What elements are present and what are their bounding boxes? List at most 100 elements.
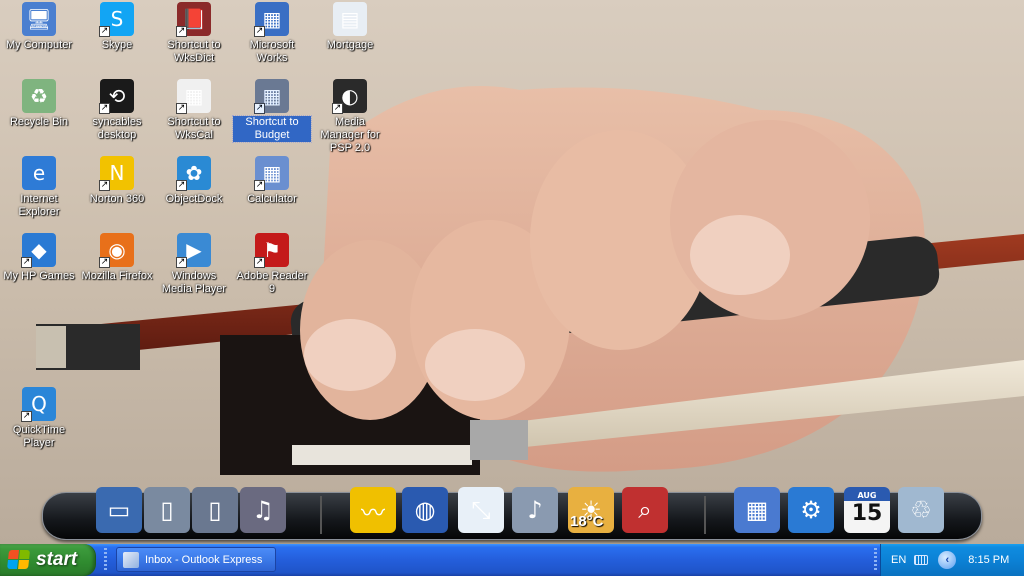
desktop-icon-skype[interactable]: S ↗ Skype (78, 2, 156, 52)
search-icon: ⌕ (622, 487, 668, 533)
tray-grip (874, 548, 877, 572)
calculator-icon: ▦ ↗ (254, 156, 289, 191)
keyboard-icon[interactable] (914, 555, 929, 565)
dock-item-calendar[interactable]: AUG 15 (842, 484, 892, 536)
dock-item-music[interactable]: ♫ (238, 484, 288, 536)
shortcut-arrow-icon: ↗ (176, 103, 187, 114)
dock-item-desktop[interactable]: ▭ (94, 484, 144, 536)
desktop-icon-wksdict[interactable]: 📕 ↗ Shortcut to WksDict (155, 2, 233, 65)
weather-icon: ☀ 18°C (568, 487, 614, 533)
calculator-icon: ▦ (734, 487, 780, 533)
wmp-icon: ▶ ↗ (176, 233, 211, 268)
dock-item-documents[interactable]: ▯ (142, 484, 192, 536)
search-glyph: ⌕ (638, 496, 652, 524)
shortcut-arrow-icon: ↗ (21, 411, 32, 422)
desktop-icon-ms-works[interactable]: ▦ ↗ Microsoft Works (233, 2, 311, 65)
dock-item-search[interactable]: ⌕ (620, 484, 670, 536)
hp-games-icon: ◆ ↗ (21, 233, 56, 268)
shortcut-arrow-icon: ↗ (332, 103, 343, 114)
desktop-icon-media-manager[interactable]: ◐ ↗ Media Manager for PSP 2.0 (311, 79, 389, 155)
dock-item-pictures[interactable]: ▯ (190, 484, 240, 536)
ie-icon: e (22, 156, 56, 190)
desktop-icon-norton[interactable]: N ↗ Norton 360 (78, 156, 156, 206)
syncables-icon: ⟲ ↗ (99, 79, 134, 114)
outlook-express-icon (123, 551, 139, 568)
activity-monitor-icon: 〰 (350, 487, 396, 533)
desktop-icon-quicktime[interactable]: Q ↗ QuickTime Player (0, 387, 78, 450)
calendar-icon: AUG 15 (844, 487, 890, 533)
dock-item-resize[interactable]: ⤡ (456, 484, 506, 536)
desktop-icon-firefox[interactable]: ◉ ↗ Mozilla Firefox (78, 233, 156, 283)
desktop-icon-my-computer[interactable]: 🖥 My Computer (0, 2, 78, 52)
desktop-icon-mortgage[interactable]: ▤ Mortgage (311, 2, 389, 52)
desktop-icon-label: Shortcut to Budget (232, 115, 312, 143)
shortcut-arrow-icon: ↗ (176, 180, 187, 191)
show-hidden-icons-icon[interactable]: ‹ (938, 551, 957, 569)
desktop-icon-label: Shortcut to WksCal (167, 116, 221, 141)
dock-item-calculator[interactable]: ▦ (732, 484, 782, 536)
desktop-icon-label: My HP Games (3, 270, 75, 282)
desktop-glyph: ▭ (107, 496, 131, 524)
documents-glyph: ▯ (160, 496, 174, 524)
recycle-icon: ♲ (898, 487, 944, 533)
recycle-bin-icon: ♻ (22, 79, 56, 113)
dock-item-audio[interactable]: ♪ (510, 484, 560, 536)
desktop-icon-label: Windows Media Player (161, 270, 227, 295)
calendar-month: AUG (857, 491, 877, 500)
desktop-icon-label: Calculator (247, 193, 297, 205)
network-glyph: ◍ (414, 496, 436, 524)
desktop-icon-hp-games[interactable]: ◆ ↗ My HP Games (0, 233, 78, 283)
desktop-icon-label: Shortcut to WksDict (167, 39, 221, 64)
shortcut-arrow-icon: ↗ (21, 257, 32, 268)
desktop-icon-label: Media Manager for PSP 2.0 (320, 116, 380, 154)
language-indicator[interactable]: EN (891, 554, 906, 566)
start-button[interactable]: start (0, 544, 96, 576)
desktop-icon-wmp[interactable]: ▶ ↗ Windows Media Player (155, 233, 233, 296)
dock-item-recycle[interactable]: ♲ (896, 484, 946, 536)
dock-item-weather[interactable]: ☀ 18°C (566, 484, 616, 536)
desktop-icon-label: Internet Explorer (18, 193, 60, 218)
desktop-icon-wkscal[interactable]: ▦ ↗ Shortcut to WksCal (155, 79, 233, 142)
dock-item-settings[interactable]: ⚙ (786, 484, 836, 536)
network-icon: ◍ (402, 487, 448, 533)
settings-icon: ⚙ (788, 487, 834, 533)
desktop-icon-calculator[interactable]: ▦ ↗ Calculator (233, 156, 311, 206)
my-computer-icon: 🖥 (22, 2, 56, 36)
system-tray: EN ‹ 8:15 PM (880, 544, 1024, 576)
taskbar-grip[interactable] (104, 548, 107, 572)
desktop-icon-budget[interactable]: ▦ ↗ Shortcut to Budget (232, 79, 312, 143)
clock[interactable]: 8:15 PM (968, 554, 1009, 566)
pictures-icon: ▯ (192, 487, 238, 533)
shortcut-arrow-icon: ↗ (99, 257, 110, 268)
shortcut-arrow-icon: ↗ (254, 103, 265, 114)
shortcut-arrow-icon: ↗ (254, 180, 265, 191)
calendar-day: 15 (851, 501, 883, 526)
start-label: start (36, 549, 78, 570)
adobe-reader-icon: ⚑ ↗ (254, 233, 289, 268)
taskbar-button-outlook-express[interactable]: Inbox - Outlook Express (116, 547, 276, 572)
shortcut-arrow-icon: ↗ (176, 26, 187, 37)
taskbar: start Inbox - Outlook Express EN ‹ 8:15 … (0, 544, 1024, 576)
firefox-icon: ◉ ↗ (99, 233, 134, 268)
desktop-icon-label: ObjectDock (165, 193, 223, 205)
desktop-icon-adobe-reader[interactable]: ⚑ ↗ Adobe Reader 9 (233, 233, 311, 296)
desktop-icon: ▭ (96, 487, 142, 533)
media-manager-icon: ◐ ↗ (332, 79, 367, 114)
shortcut-arrow-icon: ↗ (99, 103, 110, 114)
desktop-icon-syncables[interactable]: ⟲ ↗ syncables desktop (78, 79, 156, 142)
budget-icon: ▦ ↗ (254, 79, 289, 114)
desktop-icon-objectdock[interactable]: ✿ ↗ ObjectDock (155, 156, 233, 206)
skype-icon: S ↗ (99, 2, 134, 37)
dock-item-activity-monitor[interactable]: 〰 (348, 484, 398, 536)
activity-monitor-glyph: 〰 (361, 498, 385, 527)
desktop-icon-recycle-bin[interactable]: ♻ Recycle Bin (0, 79, 78, 129)
windows-logo-icon (7, 550, 31, 570)
resize-glyph: ⤡ (471, 496, 491, 524)
dock-item-network[interactable]: ◍ (400, 484, 450, 536)
objectdock-icon: ✿ ↗ (176, 156, 211, 191)
desktop-icon-ie[interactable]: e Internet Explorer (0, 156, 78, 219)
desktop-icon-label: Mozilla Firefox (81, 270, 153, 282)
desktop-icon-label: Mortgage (326, 39, 374, 51)
dock-separator (704, 496, 706, 534)
audio-icon: ♪ (512, 487, 558, 533)
